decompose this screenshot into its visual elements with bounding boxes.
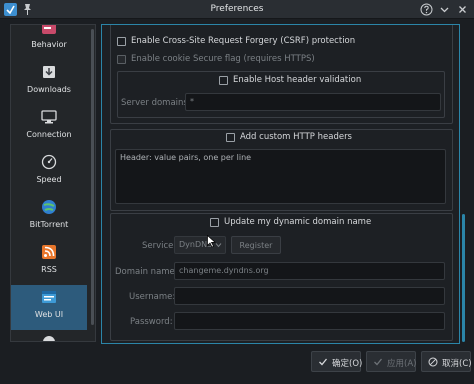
behavior-icon [42, 25, 56, 34]
sidebar-item-label: Behavior [31, 40, 67, 49]
sidebar-item-connection[interactable]: Connection [11, 105, 87, 150]
sidebar-item-label: RSS [41, 265, 57, 274]
rss-icon [42, 245, 56, 259]
check-icon [319, 358, 328, 366]
sidebar-item-downloads[interactable]: Downloads [11, 60, 87, 105]
close-icon[interactable] [456, 3, 469, 16]
sidebar-item-next[interactable] [11, 330, 87, 341]
domain-name-label: Domain name: [115, 267, 178, 277]
cancel-button[interactable]: 取消(C) [421, 351, 472, 372]
csrf-checkbox[interactable] [117, 37, 126, 46]
ok-label: 确定(O) [332, 359, 363, 369]
mouse-cursor-icon [207, 235, 216, 248]
server-domains-label: Server domains: [121, 98, 191, 108]
register-button[interactable]: Register [231, 236, 281, 254]
custom-headers-textarea[interactable]: Header: value pairs, one per line [115, 149, 446, 204]
username-label: Username: [129, 292, 176, 302]
sidebar-item-label: BitTorrent [29, 220, 69, 229]
dyndns-label: Update my dynamic domain name [224, 217, 372, 227]
content-scrollbar-thumb[interactable] [462, 214, 465, 342]
sidebar-item-label: Web UI [34, 310, 64, 319]
connection-icon [41, 110, 57, 124]
help-icon[interactable] [420, 3, 433, 16]
sidebar-item-web-ui[interactable]: Web UI [11, 285, 87, 330]
custom-headers-label: Add custom HTTP headers [240, 132, 352, 142]
bittorrent-icon [42, 200, 56, 214]
apply-label: 应用(A) [387, 359, 417, 369]
sidebar-item-label: Connection [26, 130, 72, 139]
content-scrollbar[interactable] [461, 24, 466, 344]
host-header-checkbox[interactable] [219, 76, 228, 85]
sidebar-item-bittorrent[interactable]: BitTorrent [11, 195, 87, 240]
cookie-secure-label: Enable cookie Secure flag (requires HTTP… [131, 54, 315, 64]
csrf-label: Enable Cross-Site Request Forgery (CSRF)… [131, 36, 356, 46]
cancel-label: 取消(C) [442, 359, 472, 369]
username-input[interactable] [174, 287, 445, 305]
sidebar-item-speed[interactable]: Speed [11, 150, 87, 195]
webui-settings-panel: Enable Cross-Site Request Forgery (CSRF)… [101, 24, 460, 344]
service-label: Service: [142, 241, 177, 251]
chevron-down-icon[interactable] [438, 3, 451, 16]
sidebar: Behavior Downloads Connection Speed BitT… [10, 24, 96, 342]
sidebar-item-behavior[interactable]: Behavior [11, 25, 87, 60]
domain-name-input[interactable]: changeme.dyndns.org [174, 262, 445, 280]
custom-headers-checkbox[interactable] [226, 133, 235, 142]
host-header-label: Enable Host header validation [233, 75, 362, 85]
window-title: Preferences [210, 4, 264, 14]
webui-icon [42, 291, 56, 303]
check-icon [374, 358, 383, 366]
custom-headers-placeholder: Header: value pairs, one per line [120, 153, 252, 162]
sidebar-item-rss[interactable]: RSS [11, 240, 87, 285]
sidebar-item-label: Speed [36, 175, 62, 184]
apply-button[interactable]: 应用(A) [366, 351, 416, 372]
register-label: Register [239, 241, 273, 250]
password-input[interactable] [174, 312, 445, 330]
ok-button[interactable]: 确定(O) [311, 351, 363, 372]
chevron-down-icon [215, 243, 222, 248]
dyndns-checkbox[interactable] [210, 218, 219, 227]
domain-name-value: changeme.dyndns.org [179, 266, 269, 275]
downloads-icon [43, 66, 55, 78]
cancel-icon [428, 357, 438, 367]
cookie-secure-checkbox[interactable] [117, 55, 126, 64]
server-domains-input[interactable]: * [185, 93, 441, 111]
server-domains-value: * [190, 97, 194, 106]
password-label: Password: [130, 317, 173, 327]
title-bar: Preferences [0, 0, 474, 19]
sidebar-scrollbar[interactable] [90, 25, 95, 341]
speed-icon [41, 154, 57, 170]
advanced-icon [43, 336, 55, 341]
sidebar-item-label: Downloads [27, 85, 71, 94]
sidebar-scrollbar-thumb[interactable] [91, 29, 94, 325]
service-select[interactable]: DynDNS [174, 236, 226, 254]
